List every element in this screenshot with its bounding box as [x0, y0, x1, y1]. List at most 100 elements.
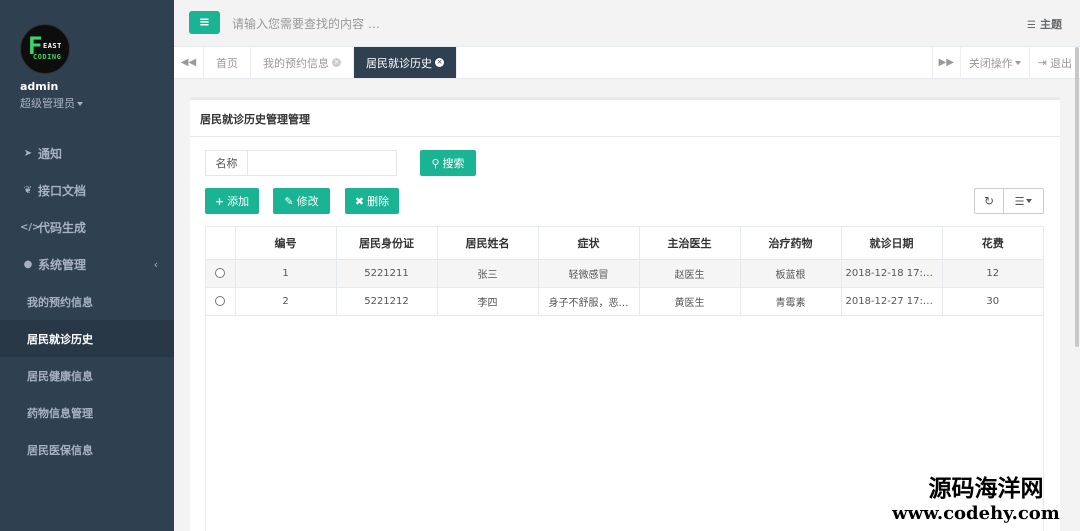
cell-cost: 12 — [942, 259, 1043, 288]
name-search-input[interactable] — [247, 150, 397, 176]
role-dropdown[interactable]: 超级管理员 — [20, 95, 174, 111]
sidebar-menu: ➤ 通知 ❦ 接口文档 </> 代码生成 ● 系统管理 ‹ 我的预约信息 居民就… — [0, 135, 174, 468]
remove-icon: ✖ — [354, 194, 365, 208]
tab-scroll-left-button[interactable]: ◀◀ — [174, 47, 204, 78]
sign-out-icon: ⇥ — [1037, 56, 1047, 69]
column-header-drug[interactable]: 治疗药物 — [740, 227, 842, 260]
columns-toggle-button[interactable]: ☰ — [1003, 188, 1044, 214]
add-button[interactable]: + 添加 — [205, 188, 259, 214]
tab-home[interactable]: 首页 — [204, 47, 251, 78]
refresh-icon: ↻ — [983, 194, 995, 208]
tab-visit-history[interactable]: 居民就诊历史 × — [354, 47, 457, 78]
cell-id-card: 5221211 — [336, 259, 438, 288]
close-ops-dropdown[interactable]: 关闭操作 — [959, 47, 1029, 78]
paper-plane-icon: ➤ — [23, 148, 33, 159]
table-row[interactable]: 1 5221211 张三 轻微感冒 赵医生 板蓝根 2018-12-18 17:… — [206, 259, 1043, 288]
cell-symptom: 身子不舒服，恶… — [538, 287, 640, 316]
backward-icon: ◀◀ — [180, 57, 197, 68]
tabs: 首页 我的预约信息 × 居民就诊历史 × — [204, 47, 457, 78]
sidebar-item-my-appointments[interactable]: 我的预约信息 — [0, 283, 174, 320]
refresh-button[interactable]: ↻ — [974, 188, 1004, 214]
sidebar-item-label: 通知 — [38, 147, 63, 161]
leaf-icon: ❦ — [23, 185, 33, 196]
close-ops-label: 关闭操作 — [968, 56, 1013, 70]
caret-down-icon — [1026, 199, 1033, 203]
sidebar-item-label: 接口文档 — [38, 184, 87, 198]
logout-label: 退出 — [1050, 56, 1072, 70]
caret-down-icon — [77, 102, 83, 106]
tab-label: 首页 — [216, 56, 238, 70]
content-panel: 居民就诊历史管理管理 名称 ⚲ 搜索 + 添加 ✎ 修改 ✖ 删除 ↻ ☰ 编号 居民身… — [190, 97, 1060, 531]
forward-icon: ▶▶ — [938, 57, 954, 68]
close-icon[interactable]: × — [332, 58, 341, 67]
watermark-url: www.codehy.com — [892, 503, 1060, 524]
column-header-name[interactable]: 居民姓名 — [437, 227, 539, 260]
row-select-cell[interactable] — [206, 259, 236, 288]
cell-cost: 30 — [942, 287, 1043, 316]
sidebar-item-notify[interactable]: ➤ 通知 — [0, 135, 174, 172]
sidebar-item-system[interactable]: ● 系统管理 ‹ — [0, 246, 174, 283]
cell-id-card: 5221212 — [336, 287, 438, 316]
role-label: 超级管理员 — [20, 97, 75, 110]
cell-date: 2018-12-18 17:1… — [841, 259, 943, 288]
list-icon: ☰ — [1027, 20, 1036, 31]
sidebar-item-label: 系统管理 — [38, 258, 87, 272]
sidebar: F EAST CODING admin 超级管理员 ➤ 通知 ❦ 接口文档 </… — [0, 0, 174, 531]
tab-label: 居民就诊历史 — [366, 56, 432, 70]
sidebar-item-label: 代码生成 — [38, 221, 87, 235]
search-row: 名称 — [205, 150, 397, 176]
profile: F EAST CODING admin 超级管理员 — [0, 0, 174, 123]
table-header-row: 编号 居民身份证 居民姓名 症状 主治医生 治疗药物 就诊日期 花费 — [206, 227, 1043, 260]
top-search-input[interactable]: 请输入您需要查找的内容 … — [232, 15, 380, 32]
sidebar-item-visit-history[interactable]: 居民就诊历史 — [0, 320, 174, 357]
column-header-id-card[interactable]: 居民身份证 — [336, 227, 438, 260]
row-radio[interactable] — [215, 295, 226, 306]
row-select-cell[interactable] — [206, 287, 236, 316]
cell-name: 张三 — [437, 259, 539, 288]
search-button-label: 搜索 — [442, 157, 465, 170]
edit-button[interactable]: ✎ 修改 — [273, 188, 330, 214]
sidebar-item-health-info[interactable]: 居民健康信息 — [0, 357, 174, 394]
watermark-title: 源码海洋网 — [928, 475, 1044, 502]
column-header-id[interactable]: 编号 — [235, 227, 337, 260]
delete-button-label: 删除 — [367, 195, 390, 208]
watermark: 源码海洋网 www.codehy.com — [876, 476, 1076, 526]
add-button-label: 添加 — [227, 195, 250, 208]
list-icon: ☰ — [1014, 194, 1025, 208]
search-icon: ⚲ — [431, 156, 440, 170]
username: admin — [20, 80, 59, 93]
chevron-left-icon: ‹ — [153, 258, 158, 271]
sidebar-item-api-docs[interactable]: ❦ 接口文档 — [0, 172, 174, 209]
cell-drug: 青霉素 — [740, 287, 842, 316]
menu-toggle-button[interactable]: ≡ — [189, 11, 220, 34]
delete-button[interactable]: ✖ 删除 — [345, 188, 399, 214]
search-button[interactable]: ⚲ 搜索 — [420, 150, 476, 176]
close-icon[interactable]: × — [435, 58, 444, 67]
scrollbar-thumb[interactable] — [1075, 47, 1079, 347]
table-row[interactable]: 2 5221212 李四 身子不舒服，恶… 黄医生 青霉素 2018-12-27… — [206, 287, 1043, 316]
cell-drug: 板蓝根 — [740, 259, 842, 288]
edit-button-label: 修改 — [296, 195, 319, 208]
column-header-cost[interactable]: 花费 — [942, 227, 1043, 260]
cell-id: 1 — [235, 259, 337, 288]
edit-icon: ✎ — [284, 194, 294, 208]
row-radio[interactable] — [215, 267, 226, 278]
page-scrollbar[interactable] — [1074, 47, 1080, 347]
cell-date: 2018-12-27 17:1… — [841, 287, 943, 316]
cell-doctor: 黄医生 — [639, 287, 741, 316]
column-header-doctor[interactable]: 主治医生 — [639, 227, 741, 260]
plus-icon: + — [214, 194, 225, 208]
sidebar-item-drug-info[interactable]: 药物信息管理 — [0, 394, 174, 431]
cell-id: 2 — [235, 287, 337, 316]
tab-my-appointments[interactable]: 我的预约信息 × — [251, 47, 354, 78]
logout-button[interactable]: ⇥ 退出 — [1028, 47, 1080, 78]
column-header-symptom[interactable]: 症状 — [538, 227, 640, 260]
sidebar-item-codegen[interactable]: </> 代码生成 — [0, 209, 174, 246]
search-label: 名称 — [205, 150, 247, 176]
tab-scroll-right-button[interactable]: ▶▶ — [931, 47, 960, 78]
theme-button[interactable]: ☰ 主题 — [1027, 16, 1062, 32]
sidebar-item-insurance[interactable]: 居民医保信息 — [0, 431, 174, 468]
column-header-date[interactable]: 就诊日期 — [841, 227, 943, 260]
cell-symptom: 轻微感冒 — [538, 259, 640, 288]
column-header-select — [206, 227, 236, 260]
